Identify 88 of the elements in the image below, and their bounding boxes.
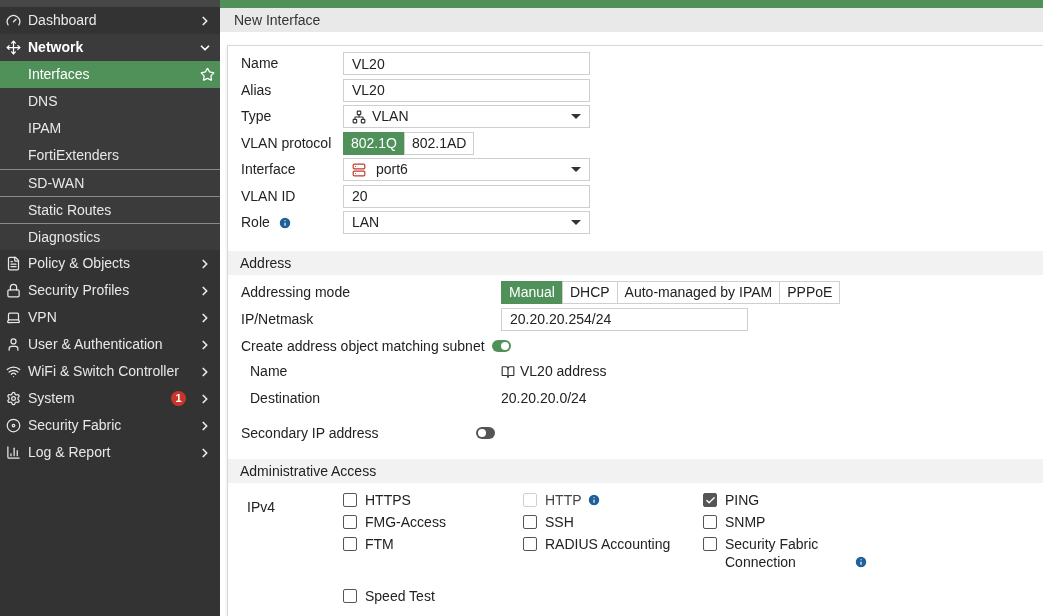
checkbox[interactable]: [703, 515, 717, 529]
lock-icon: [6, 283, 21, 298]
section-header: Address: [228, 251, 1043, 275]
option-label: PING: [725, 491, 760, 509]
field-label: Interface: [241, 160, 296, 179]
checkbox[interactable]: [703, 537, 717, 551]
text-field[interactable]: VL20: [343, 52, 590, 75]
option-label: Speed Test: [365, 587, 435, 605]
toggle-switch[interactable]: [491, 340, 511, 352]
checkbox[interactable]: [343, 515, 357, 529]
field-label: Name: [250, 362, 289, 381]
option-label: FMG-Access: [365, 513, 446, 531]
field-label: Role: [241, 213, 270, 232]
submenu-item[interactable]: Interfaces: [0, 61, 220, 88]
arrows-icon: [6, 40, 21, 55]
info-icon[interactable]: [854, 555, 868, 569]
option-label: RADIUS Accounting: [545, 535, 671, 553]
toggle-switch[interactable]: [476, 427, 495, 439]
checkbox[interactable]: [343, 537, 357, 551]
option-label: FTM: [365, 535, 394, 553]
segment-option[interactable]: Manual: [501, 280, 563, 304]
segment-option[interactable]: Auto-managed by IPAM: [616, 280, 781, 304]
laptop-icon: [6, 310, 21, 325]
field-value: VL20 address: [520, 362, 607, 381]
dropdown-caret-icon: [571, 220, 581, 225]
checkbox[interactable]: [703, 493, 717, 507]
vlan-icon: [352, 109, 366, 124]
field-label: Secondary IP address: [241, 423, 380, 443]
segment-option[interactable]: 802.1Q: [343, 131, 405, 155]
menu-item[interactable]: VPN: [0, 304, 220, 331]
checkbox[interactable]: [523, 537, 537, 551]
text-field[interactable]: VL20: [343, 78, 590, 102]
field-label: Name: [241, 54, 279, 73]
field-label: Alias: [241, 80, 272, 100]
dropdown-caret-icon: [571, 167, 581, 172]
port-icon: [352, 162, 366, 177]
segment-option[interactable]: DHCP: [561, 280, 618, 304]
field-label: VLAN protocol: [241, 133, 332, 153]
field-label: VLAN ID: [241, 186, 296, 206]
option-label: HTTPS: [365, 491, 411, 509]
option-label: SSH: [545, 513, 574, 531]
field-label: IP/Netmask: [241, 309, 315, 329]
notification-badge: 1: [171, 391, 186, 406]
menu-item[interactable]: Network: [0, 34, 220, 61]
menu-item[interactable]: Security Profiles: [0, 277, 220, 304]
field-label: IPv4: [247, 498, 276, 517]
star-icon[interactable]: [200, 67, 215, 82]
menu-item[interactable]: Dashboard: [0, 7, 220, 34]
document-icon: [6, 256, 21, 271]
segment-option[interactable]: 802.1AD: [403, 131, 475, 155]
submenu-item[interactable]: DNS: [0, 88, 220, 115]
checkbox[interactable]: [523, 515, 537, 529]
option-label: SNMP: [725, 513, 766, 531]
dropdown-field[interactable]: port6: [343, 158, 590, 181]
menu-item[interactable]: WiFi & Switch Controller: [0, 358, 220, 385]
option-label: HTTP: [545, 491, 582, 509]
page-title: New Interface: [220, 8, 1043, 32]
menu-item[interactable]: Policy & Objects: [0, 250, 220, 277]
address-icon: [501, 364, 515, 379]
field-label: Type: [241, 107, 272, 126]
disc-icon: [6, 418, 21, 433]
submenu-item[interactable]: FortiExtenders: [0, 142, 220, 169]
menu-item[interactable]: User & Authentication: [0, 331, 220, 358]
wifi-icon: [6, 364, 21, 379]
dropdown-caret-icon: [571, 114, 581, 119]
option-label: Security Fabric Connection: [725, 535, 820, 571]
settings-icon: [6, 391, 21, 406]
user-icon: [6, 337, 21, 352]
check-icon: [704, 494, 716, 506]
checkbox[interactable]: [343, 493, 357, 507]
dropdown-field[interactable]: VLAN: [343, 105, 590, 128]
segment-option[interactable]: PPPoE: [779, 280, 841, 304]
field-label: Destination: [250, 389, 322, 408]
gauge-icon: [6, 13, 21, 28]
menu-item[interactable]: System 1: [0, 385, 220, 412]
section-header: Administrative Access: [228, 459, 1043, 483]
info-icon[interactable]: [277, 215, 292, 230]
menu-item[interactable]: Security Fabric: [0, 412, 220, 439]
field-label: Create address object matching subnet: [241, 336, 485, 356]
field-value: 20.20.20.0/24: [501, 389, 587, 408]
menu-item[interactable]: Log & Report: [0, 439, 220, 466]
text-field[interactable]: 20.20.20.254/24: [501, 307, 748, 331]
checkbox[interactable]: [343, 589, 357, 603]
dropdown-field[interactable]: LAN: [343, 211, 590, 234]
bar-chart-icon: [6, 445, 21, 460]
submenu-item[interactable]: IPAM: [0, 115, 220, 142]
text-field[interactable]: 20: [343, 184, 590, 208]
field-label: Addressing mode: [241, 282, 351, 302]
